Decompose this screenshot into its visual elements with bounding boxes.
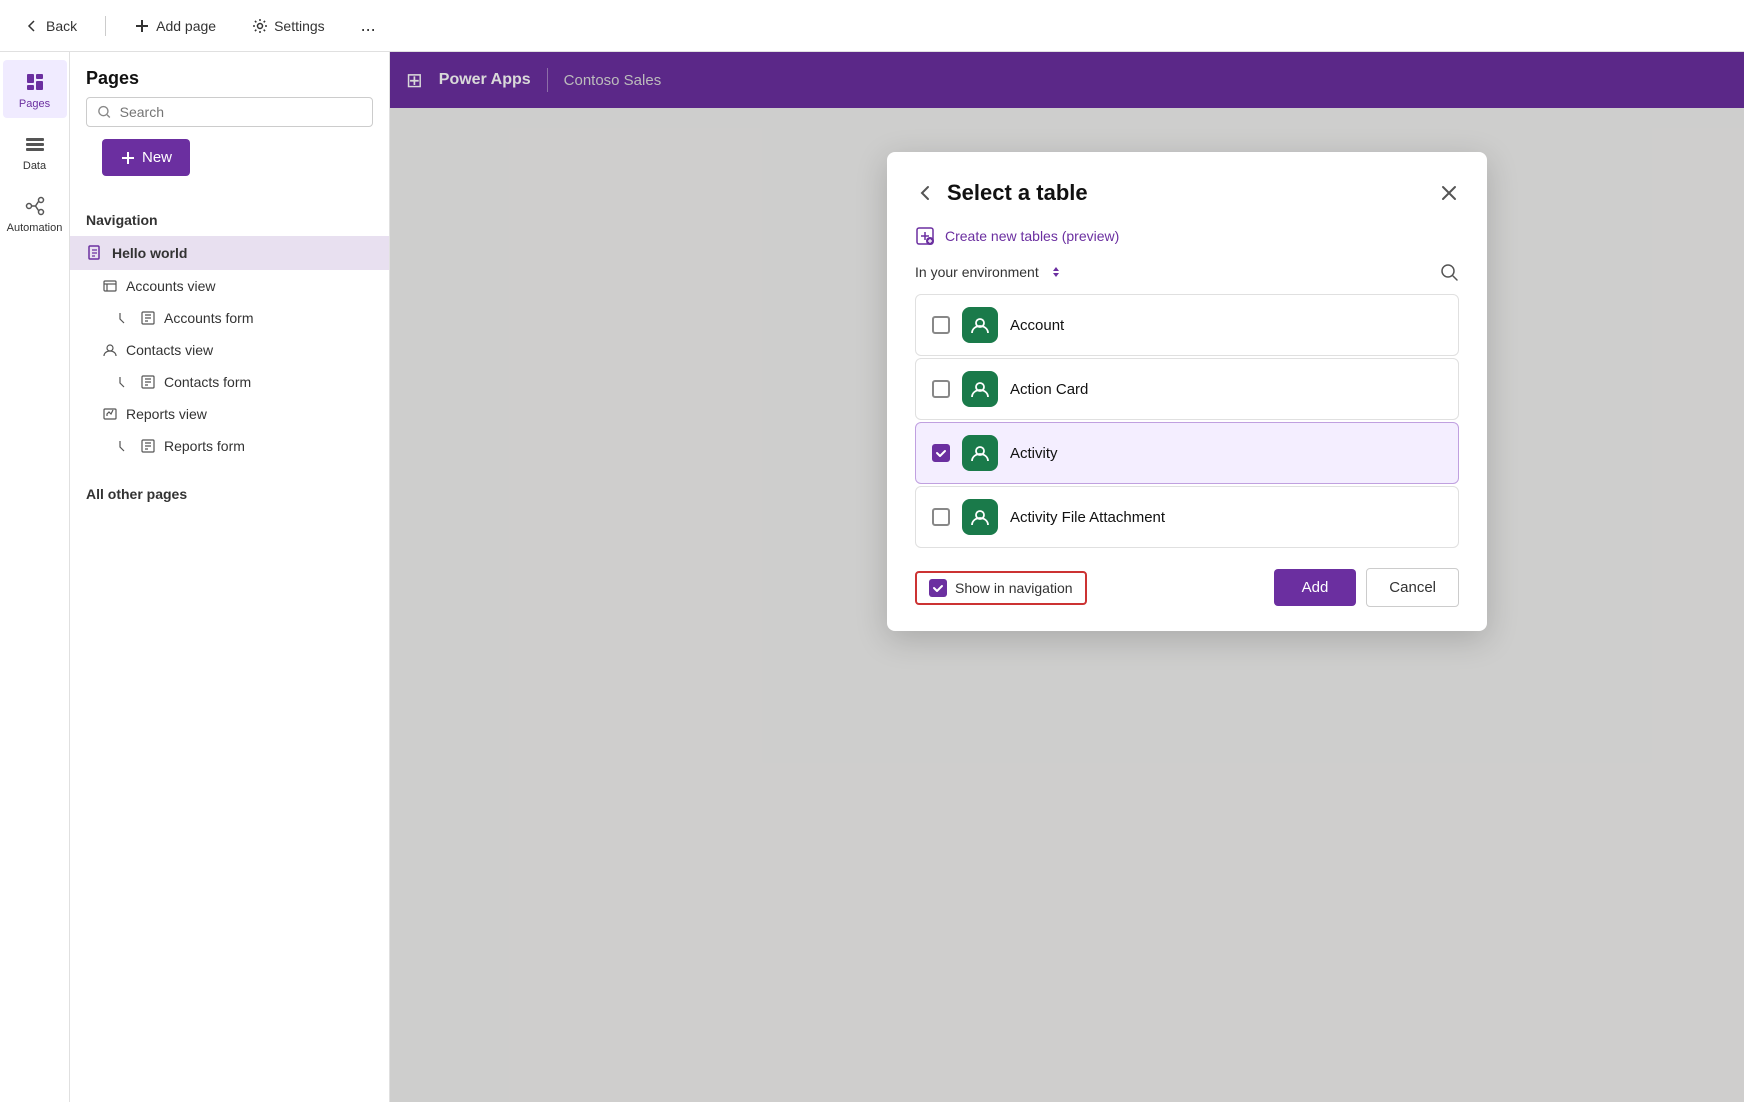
select-table-dialog: Select a table Create new tables (previe… [887,152,1487,631]
search-box[interactable] [86,97,373,127]
back-button[interactable]: Back [16,14,85,38]
top-bar: Back Add page Settings ... [0,0,1744,52]
nav-item-accounts-form[interactable]: Accounts form [70,302,389,334]
activity-icon [962,435,998,471]
nav-item-hello-world-label: Hello world [112,245,187,261]
nav-item-reports-form-label: Reports form [164,438,245,454]
reports-view-icon [102,406,118,422]
nav-item-contacts-view[interactable]: Contacts view [70,334,389,366]
account-name: Account [1010,317,1064,334]
settings-button[interactable]: Settings [244,14,333,38]
nav-item-accounts-view[interactable]: Accounts view [70,270,389,302]
form-icon [140,310,156,326]
show-nav-check-icon [932,582,944,594]
activity-checkbox[interactable] [932,444,950,462]
action-card-name: Action Card [1010,381,1088,398]
pages-title: Pages [70,52,389,97]
navigation-section-label: Navigation [70,204,389,236]
reports-form-icon [140,438,156,454]
create-tables-link[interactable]: Create new tables (preview) [915,226,1459,246]
dialog-back-button[interactable] [915,183,935,203]
pages-icon [21,68,49,96]
back-icon [24,18,40,34]
check-icon [935,447,947,459]
nav-item-accounts-view-label: Accounts view [126,278,215,294]
sidebar: Pages Data Automation [0,52,70,1102]
show-in-navigation-wrap[interactable]: Show in navigation [915,571,1087,605]
nav-item-contacts-form[interactable]: Contacts form [70,366,389,398]
new-plus-icon [120,150,136,166]
table-row-action-card[interactable]: Action Card [915,358,1459,420]
automation-icon [21,192,49,220]
sidebar-pages-label: Pages [19,98,50,110]
plus-icon [134,18,150,34]
contacts-form-icon [140,374,156,390]
env-search-icon[interactable] [1439,262,1459,282]
nav-item-hello-world[interactable]: Hello world [70,236,389,270]
contacts-form-indent-icon [118,375,132,389]
activity-file-attachment-checkbox[interactable] [932,508,950,526]
env-label: In your environment [915,264,1039,280]
action-card-icon [962,371,998,407]
dialog-footer: Show in navigation Add Cancel [915,568,1459,607]
add-page-button[interactable]: Add page [126,14,224,38]
action-card-checkbox[interactable] [932,380,950,398]
table-row-activity[interactable]: Activity [915,422,1459,484]
main-layout: Pages Data Automation [0,52,1744,1102]
all-other-pages-label: All other pages [70,478,389,510]
account-checkbox[interactable] [932,316,950,334]
gear-icon [252,18,268,34]
reports-form-indent-icon [118,439,132,453]
create-tables-icon [915,226,935,246]
activity-file-attachment-icon [962,499,998,535]
form-indent-icon [118,311,132,325]
sidebar-data-label: Data [23,160,46,172]
search-icon [97,104,112,120]
cancel-button[interactable]: Cancel [1366,568,1459,607]
table-list: Account Action Card [915,294,1459,548]
dialog-close-button[interactable] [1439,183,1459,203]
sidebar-item-pages[interactable]: Pages [3,60,67,118]
env-selector-left[interactable]: In your environment [915,263,1065,281]
data-icon [21,130,49,158]
add-button[interactable]: Add [1274,569,1357,606]
add-page-label: Add page [156,18,216,34]
nav-item-reports-view-label: Reports view [126,406,207,422]
show-in-navigation-label: Show in navigation [955,580,1073,596]
account-icon [962,307,998,343]
sidebar-automation-label: Automation [7,222,63,234]
dialog-title-wrap: Select a table [915,180,1088,206]
search-input[interactable] [120,104,362,120]
pages-panel: Pages New Navigation Hello world [70,52,390,1102]
nav-item-contacts-form-label: Contacts form [164,374,251,390]
page-icon [86,244,104,262]
env-sort-icon [1047,263,1065,281]
view-icon [102,278,118,294]
contacts-view-icon [102,342,118,358]
nav-item-accounts-form-label: Accounts form [164,310,253,326]
content-area: ⊞ Power Apps Contoso Sales Select a tabl… [390,52,1744,1102]
create-tables-label: Create new tables (preview) [945,228,1119,244]
activity-file-attachment-name: Activity File Attachment [1010,509,1165,526]
dialog-title: Select a table [947,180,1088,206]
nav-item-reports-view[interactable]: Reports view [70,398,389,430]
dialog-back-icon [915,183,935,203]
env-selector: In your environment [915,262,1459,282]
new-button[interactable]: New [102,139,190,176]
show-nav-checkbox[interactable] [929,579,947,597]
sidebar-item-data[interactable]: Data [3,122,67,180]
table-row-activity-file-attachment[interactable]: Activity File Attachment [915,486,1459,548]
separator [105,16,106,36]
close-icon [1439,183,1459,203]
activity-name: Activity [1010,445,1058,462]
nav-item-reports-form[interactable]: Reports form [70,430,389,462]
back-label: Back [46,18,77,34]
more-button[interactable]: ... [353,11,384,40]
dialog-header: Select a table [915,180,1459,206]
table-row-account[interactable]: Account [915,294,1459,356]
sidebar-item-automation[interactable]: Automation [3,184,67,242]
nav-item-contacts-view-label: Contacts view [126,342,213,358]
settings-label: Settings [274,18,325,34]
